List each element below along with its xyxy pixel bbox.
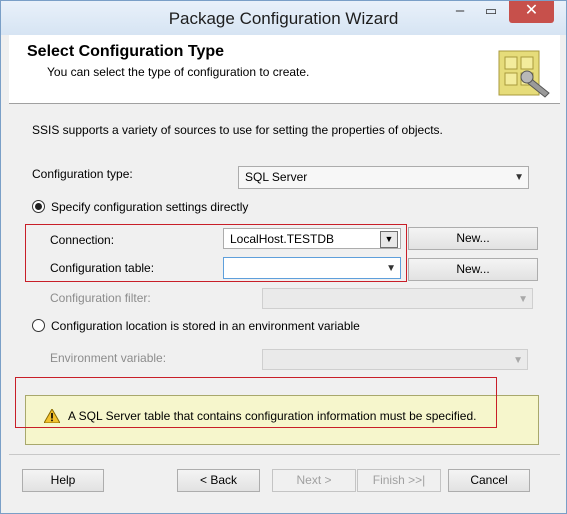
wizard-window: Package Configuration Wizard – ▭ ✕ Selec… xyxy=(0,0,567,514)
cancel-button[interactable]: Cancel xyxy=(448,469,530,492)
connection-select[interactable]: LocalHost.TESTDB ▼ xyxy=(223,228,401,249)
environment-variable-radio[interactable] xyxy=(32,319,45,332)
chevron-down-icon: ▼ xyxy=(518,294,528,305)
finish-button[interactable]: Finish >>| xyxy=(357,469,441,492)
chevron-down-icon: ▼ xyxy=(380,231,398,248)
maximize-button[interactable]: ▭ xyxy=(480,1,502,23)
new-connection-button[interactable]: New... xyxy=(408,227,538,250)
configuration-type-label: Configuration type: xyxy=(32,167,133,181)
environment-variable-label: Environment variable: xyxy=(50,351,167,365)
highlight-box-message xyxy=(15,377,497,428)
configuration-filter-select[interactable]: ▼ xyxy=(262,288,533,309)
chevron-down-icon: ▼ xyxy=(386,263,396,274)
minimize-button[interactable]: – xyxy=(449,1,471,23)
back-button[interactable]: < Back xyxy=(177,469,260,492)
configuration-table-select[interactable]: ▼ xyxy=(223,257,401,279)
connection-label: Connection: xyxy=(50,233,115,247)
chevron-down-icon: ▼ xyxy=(513,355,523,366)
environment-variable-option-label: Configuration location is stored in an e… xyxy=(51,319,360,333)
configuration-wizard-icon xyxy=(498,50,550,98)
wizard-content: SSIS supports a variety of sources to us… xyxy=(9,104,560,447)
chevron-down-icon: ▼ xyxy=(514,172,524,183)
next-button[interactable]: Next > xyxy=(272,469,356,492)
new-table-button[interactable]: New... xyxy=(408,258,538,281)
connection-value: LocalHost.TESTDB xyxy=(230,232,335,246)
title-bar: Package Configuration Wizard – ▭ ✕ xyxy=(1,1,566,35)
wizard-header: Select Configuration Type You can select… xyxy=(9,35,560,104)
configuration-table-label: Configuration table: xyxy=(50,261,155,275)
footer-divider xyxy=(9,454,560,455)
configuration-filter-label: Configuration filter: xyxy=(50,291,151,305)
direct-settings-label: Specify configuration settings directly xyxy=(51,200,249,214)
page-subtitle: You can select the type of configuration… xyxy=(47,65,310,79)
close-button[interactable]: ✕ xyxy=(509,1,554,23)
intro-text: SSIS supports a variety of sources to us… xyxy=(32,123,443,137)
direct-settings-radio[interactable] xyxy=(32,200,45,213)
configuration-type-value: SQL Server xyxy=(245,170,308,184)
page-title: Select Configuration Type xyxy=(27,43,225,60)
configuration-type-select[interactable]: SQL Server ▼ xyxy=(238,166,529,189)
help-button[interactable]: Help xyxy=(22,469,104,492)
environment-variable-select[interactable]: ▼ xyxy=(262,349,528,370)
